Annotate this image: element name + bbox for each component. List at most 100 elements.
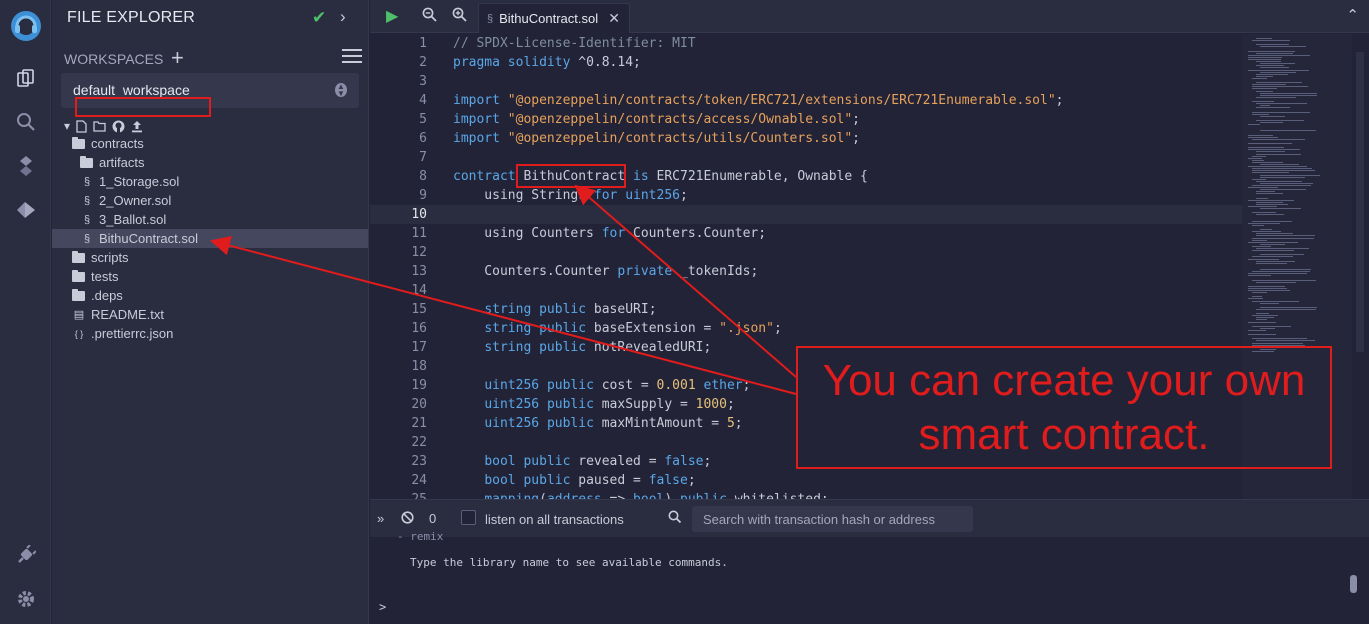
minimap-line (1256, 214, 1285, 216)
minimap-line (1252, 212, 1276, 214)
code-token: public (539, 321, 587, 336)
chevrons-down-icon[interactable]: » (377, 511, 384, 526)
code-line[interactable]: 13 Counters.Counter private _tokenIds; (370, 262, 1242, 281)
terminal-output[interactable]: - remix Type the library name to see ava… (370, 530, 1369, 624)
minimap-line (1256, 319, 1267, 321)
tree-item[interactable]: scripts (52, 248, 368, 267)
code-token: uint256 (484, 397, 540, 412)
tree-item[interactable]: § 2_Owner.sol (52, 191, 368, 210)
close-icon[interactable]: ✕ (608, 10, 620, 27)
minimap-line (1256, 52, 1293, 54)
caret-down-icon[interactable]: ▾ (64, 119, 70, 133)
add-workspace-icon[interactable]: + (171, 45, 184, 71)
code-line[interactable]: 25 mapping(address => bool) public white… (370, 490, 1242, 499)
code-token: import (453, 131, 500, 146)
tree-item[interactable]: { } .prettierrc.json (52, 324, 368, 343)
listen-checkbox[interactable] (461, 510, 476, 525)
tree-item[interactable]: contracts (52, 134, 368, 153)
upload-icon[interactable] (131, 120, 143, 133)
code-line[interactable]: 1 // SPDX-License-Identifier: MIT (370, 34, 1242, 53)
settings-icon[interactable] (0, 579, 51, 619)
tree-item[interactable]: § BithuContract.sol (52, 229, 368, 248)
line-number: 20 (411, 397, 427, 412)
code-line[interactable]: 12 (370, 243, 1242, 262)
tree-item[interactable]: tests (52, 267, 368, 286)
code-line[interactable]: 24 bool public paused = false; (370, 471, 1242, 490)
code-line[interactable]: 7 (370, 148, 1242, 167)
tree-item-label: 2_Owner.sol (99, 193, 172, 208)
code-token: notRevealedURI; (586, 340, 712, 355)
folder-open-icon (72, 136, 85, 149)
minimap-line (1252, 138, 1306, 140)
file-explorer-icon[interactable] (0, 58, 51, 98)
tree-item[interactable]: § 1_Storage.sol (52, 172, 368, 191)
code-line[interactable]: 9 using Strings for uint256; (370, 186, 1242, 205)
code-token: baseExtension = (586, 321, 720, 336)
code-line[interactable]: 15 string public baseURI; (370, 300, 1242, 319)
deploy-run-icon[interactable] (0, 190, 51, 230)
editor-scrollbar[interactable] (1352, 34, 1369, 499)
solidity-compiler-icon[interactable] (0, 146, 51, 186)
remix-logo-icon[interactable] (0, 6, 51, 46)
zoom-out-icon[interactable] (422, 7, 437, 26)
new-file-icon[interactable] (76, 119, 87, 133)
code-line[interactable]: 11 using Counters for Counters.Counter; (370, 224, 1242, 243)
tab-bithucontract[interactable]: § BithuContract.sol ✕ (478, 3, 630, 33)
code-text: import "@openzeppelin/contracts/utils/Co… (453, 129, 860, 148)
minimap-line (1256, 313, 1270, 315)
line-number: 4 (419, 93, 427, 108)
chevron-right-icon[interactable]: › (340, 7, 346, 27)
code-token: "@openzeppelin/contracts/utils/Counters.… (507, 131, 853, 146)
code-line[interactable]: 14 (370, 281, 1242, 300)
code-token: public (523, 454, 571, 469)
code-line[interactable]: 16 string public baseExtension = ".json"… (370, 319, 1242, 338)
line-number: 17 (411, 340, 427, 355)
minimap-line (1256, 73, 1289, 75)
code-line[interactable]: 8 contract BithuContract is ERC721Enumera… (370, 167, 1242, 186)
minimap-line (1260, 229, 1272, 231)
code-token: bool (484, 473, 516, 488)
tx-search-input[interactable] (692, 506, 973, 532)
minimap-line (1252, 342, 1303, 344)
scrollbar-thumb[interactable] (1356, 52, 1364, 352)
minimap-line (1248, 134, 1274, 136)
terminal-toolbar: » 0 listen on all transactions (370, 499, 1369, 537)
run-play-icon[interactable]: ▶ (386, 6, 398, 26)
minimap-line (1256, 260, 1295, 262)
new-folder-icon[interactable] (93, 120, 106, 132)
tree-item[interactable]: .deps (52, 286, 368, 305)
code-line[interactable]: 4 import "@openzeppelin/contracts/token/E… (370, 91, 1242, 110)
minimap-line (1252, 292, 1268, 294)
tree-item[interactable]: artifacts (52, 153, 368, 172)
workspace-menu-icon[interactable] (342, 49, 362, 67)
line-number: 8 (419, 169, 427, 184)
clear-console-icon[interactable] (401, 511, 414, 527)
code-line[interactable]: 6 import "@openzeppelin/contracts/utils/C… (370, 129, 1242, 148)
terminal-prompt[interactable]: > (379, 600, 386, 614)
solidity-file-icon: § (487, 12, 494, 25)
code-text: uint256 public maxSupply = 1000; (453, 395, 734, 414)
minimap-line (1252, 185, 1311, 186)
minimap-line (1256, 119, 1305, 121)
minimap-line (1248, 56, 1283, 58)
minimap-line (1248, 321, 1276, 323)
tree-item[interactable]: ▤ README.txt (52, 305, 368, 324)
code-line[interactable]: 3 (370, 72, 1242, 91)
code-line[interactable]: 10 (370, 205, 1242, 224)
line-number: 6 (419, 131, 427, 146)
search-icon[interactable] (0, 102, 51, 142)
zoom-in-icon[interactable] (452, 7, 467, 26)
minimap-line (1260, 189, 1307, 191)
code-line[interactable]: 5 import "@openzeppelin/contracts/access/… (370, 110, 1242, 129)
terminal-scrollbar[interactable] (1350, 575, 1357, 593)
chevrons-up-icon[interactable]: ⌃ (1346, 6, 1359, 24)
code-token: uint256 (625, 188, 680, 203)
plugin-manager-icon[interactable] (0, 535, 51, 575)
file-highlight-box (75, 97, 211, 117)
code-line[interactable]: 2 pragma solidity ^0.8.14; (370, 53, 1242, 72)
minimap-line (1256, 153, 1302, 155)
github-icon[interactable] (112, 120, 125, 133)
tree-item[interactable]: § 3_Ballot.sol (52, 210, 368, 229)
line-number: 19 (411, 378, 427, 393)
